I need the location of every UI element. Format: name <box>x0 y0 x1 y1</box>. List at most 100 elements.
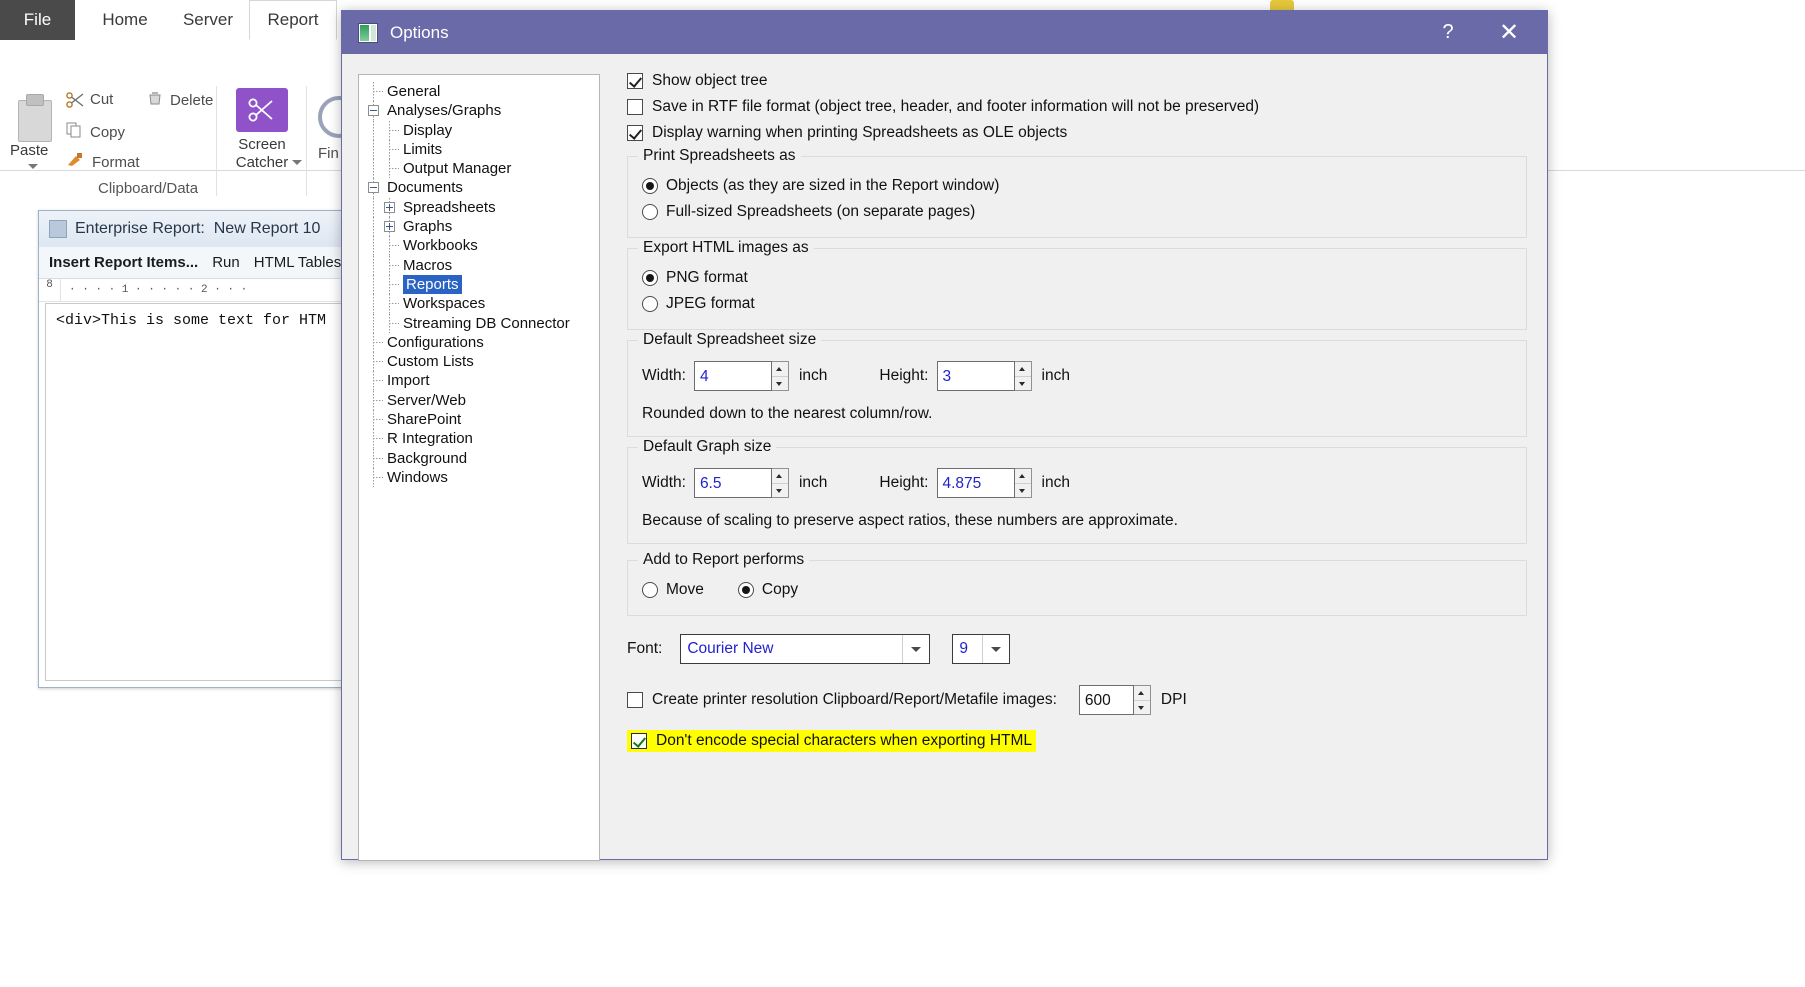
paste-button-label: Paste <box>10 142 49 159</box>
graph-height-input[interactable]: 4.875 <box>936 468 1015 498</box>
tree-item-import[interactable]: Import <box>359 371 599 391</box>
print-fullsized-radio[interactable] <box>642 204 658 220</box>
copy-radio[interactable] <box>737 582 754 598</box>
graph-height-spin-buttons[interactable] <box>1014 468 1032 498</box>
move-radio[interactable] <box>642 582 658 598</box>
font-size-select[interactable]: 9 <box>952 634 1011 664</box>
graph-width-stepper[interactable]: 6.5 <box>693 468 789 498</box>
tree-expand-icon[interactable] <box>384 201 395 213</box>
dpi-spin-down-icon[interactable] <box>1134 701 1150 715</box>
tree-item-configurations[interactable]: Configurations <box>359 332 599 353</box>
save-rtf-checkbox[interactable] <box>627 99 643 115</box>
jpeg-format-row[interactable]: JPEG format <box>642 291 1512 317</box>
close-icon[interactable]: ✕ <box>1481 11 1537 54</box>
graph-size-note: Because of scaling to preserve aspect ra… <box>642 512 1178 529</box>
font-family-chevron-down-icon[interactable] <box>902 635 930 663</box>
tree-item-display[interactable]: Display <box>359 120 599 140</box>
cut-menu-item[interactable]: Cut <box>90 91 113 108</box>
print-objects-radio[interactable] <box>642 178 658 194</box>
copy-menu-item[interactable]: Copy <box>66 122 125 142</box>
tree-collapse-icon[interactable] <box>368 105 379 117</box>
save-rtf-row[interactable]: Save in RTF file format (object tree, he… <box>627 94 1527 120</box>
tree-item-label: Analyses/Graphs <box>387 102 502 120</box>
screen-catcher-dropdown-caret-icon[interactable] <box>292 160 302 165</box>
font-size-chevron-down-icon[interactable] <box>982 635 1010 663</box>
print-fullsized-row[interactable]: Full-sized Spreadsheets (on separate pag… <box>642 199 1512 225</box>
tree-item-windows[interactable]: Windows <box>359 467 599 488</box>
tree-item-r-integration[interactable]: R Integration <box>359 429 599 449</box>
png-format-radio[interactable] <box>642 270 658 286</box>
tree-item-analyses-graphs[interactable]: Analyses/Graphs <box>359 101 599 121</box>
show-object-tree-checkbox[interactable] <box>627 73 643 89</box>
graph-width-spin-down-icon[interactable] <box>772 484 788 498</box>
graph-width-spin-up-icon[interactable] <box>771 469 788 484</box>
graph-height-spin-up-icon[interactable] <box>1014 469 1031 484</box>
tree-item-background[interactable]: Background <box>359 448 599 468</box>
tree-item-spreadsheets[interactable]: Spreadsheets <box>359 197 599 218</box>
spreadsheet-width-spin-down-icon[interactable] <box>772 377 788 391</box>
show-object-tree-row[interactable]: Show object tree <box>627 68 1527 94</box>
ribbon-tab-server[interactable]: Server <box>167 0 249 40</box>
spreadsheet-width-input[interactable]: 4 <box>693 361 772 391</box>
png-format-row[interactable]: PNG format <box>642 265 1512 291</box>
paste-icon[interactable] <box>14 92 54 142</box>
font-family-select[interactable]: Courier New <box>680 634 931 664</box>
spreadsheet-height-stepper[interactable]: 3 <box>936 361 1032 391</box>
spreadsheet-height-input[interactable]: 3 <box>936 361 1015 391</box>
tree-item-workbooks[interactable]: Workbooks <box>359 236 599 256</box>
spreadsheet-height-spin-buttons[interactable] <box>1014 361 1032 391</box>
spreadsheet-width-stepper[interactable]: 4 <box>693 361 789 391</box>
options-tree-panel[interactable]: General Analyses/Graphs Display Limits Outpu… <box>358 74 600 861</box>
dpi-input[interactable]: 600 <box>1078 685 1134 715</box>
tree-item-general[interactable]: General <box>359 82 599 102</box>
tree-item-server-web[interactable]: Server/Web <box>359 390 599 411</box>
ribbon-tab-home[interactable]: Home <box>85 0 165 40</box>
dpi-stepper[interactable]: 600 <box>1078 685 1151 715</box>
delete-menu-item[interactable]: Delete <box>148 91 213 109</box>
dont-encode-checkbox[interactable] <box>631 733 647 749</box>
dpi-spin-up-icon[interactable] <box>1133 686 1150 701</box>
display-warning-checkbox[interactable] <box>627 125 643 141</box>
run-button[interactable]: Run <box>212 254 240 271</box>
jpeg-format-radio[interactable] <box>642 296 658 312</box>
tree-item-reports[interactable]: Reports <box>359 274 599 295</box>
tree-item-documents[interactable]: Documents <box>359 178 599 198</box>
spreadsheet-height-spin-up-icon[interactable] <box>1014 362 1031 377</box>
tree-item-limits[interactable]: Limits <box>359 139 599 160</box>
font-family-value: Courier New <box>687 640 774 657</box>
paste-dropdown-caret-icon[interactable] <box>28 164 38 169</box>
tree-item-custom-lists[interactable]: Custom Lists <box>359 352 599 372</box>
tree-item-output-manager[interactable]: Output Manager <box>359 159 599 179</box>
tree-item-sharepoint[interactable]: SharePoint <box>359 410 599 430</box>
graph-width-input[interactable]: 6.5 <box>693 468 772 498</box>
dialog-titlebar[interactable]: Options ? ✕ <box>342 11 1547 54</box>
graph-width-spin-buttons[interactable] <box>771 468 789 498</box>
dpi-spin-buttons[interactable] <box>1133 685 1151 715</box>
export-html-images-as-group: Export HTML images as PNG format JPEG fo… <box>627 239 1527 330</box>
graph-height-stepper[interactable]: 4.875 <box>936 468 1032 498</box>
ribbon-tab-report[interactable]: Report <box>249 0 337 40</box>
display-warning-row[interactable]: Display warning when printing Spreadshee… <box>627 120 1527 146</box>
insert-report-items-button[interactable]: Insert Report Items... <box>49 254 198 271</box>
tree-item-macros[interactable]: Macros <box>359 255 599 275</box>
move-row[interactable]: Move <box>642 577 704 603</box>
printer-resolution-checkbox[interactable] <box>627 692 643 708</box>
html-tables-button[interactable]: HTML Tables <box>254 254 342 271</box>
tree-item-graphs[interactable]: Graphs <box>359 217 599 237</box>
help-button[interactable]: ? <box>1425 11 1471 54</box>
print-objects-row[interactable]: Objects (as they are sized in the Report… <box>642 173 1512 199</box>
format-menu-item[interactable]: Format <box>66 152 140 172</box>
tree-item-streaming-db-connector[interactable]: Streaming DB Connector <box>359 313 599 333</box>
tree-collapse-icon[interactable] <box>368 182 379 194</box>
spreadsheet-height-spin-down-icon[interactable] <box>1015 377 1031 391</box>
dont-encode-label: Don't encode special characters when exp… <box>656 732 1033 749</box>
spreadsheet-width-spin-up-icon[interactable] <box>771 362 788 377</box>
copy-row[interactable]: Copy <box>737 577 798 603</box>
spreadsheet-width-spin-buttons[interactable] <box>771 361 789 391</box>
dont-encode-row[interactable]: Don't encode special characters when exp… <box>627 730 1037 752</box>
screen-catcher-button[interactable] <box>236 88 288 132</box>
ribbon-tab-file[interactable]: File <box>0 0 75 40</box>
tree-item-workspaces[interactable]: Workspaces <box>359 294 599 314</box>
graph-height-spin-down-icon[interactable] <box>1015 484 1031 498</box>
tree-expand-icon[interactable] <box>384 221 395 233</box>
